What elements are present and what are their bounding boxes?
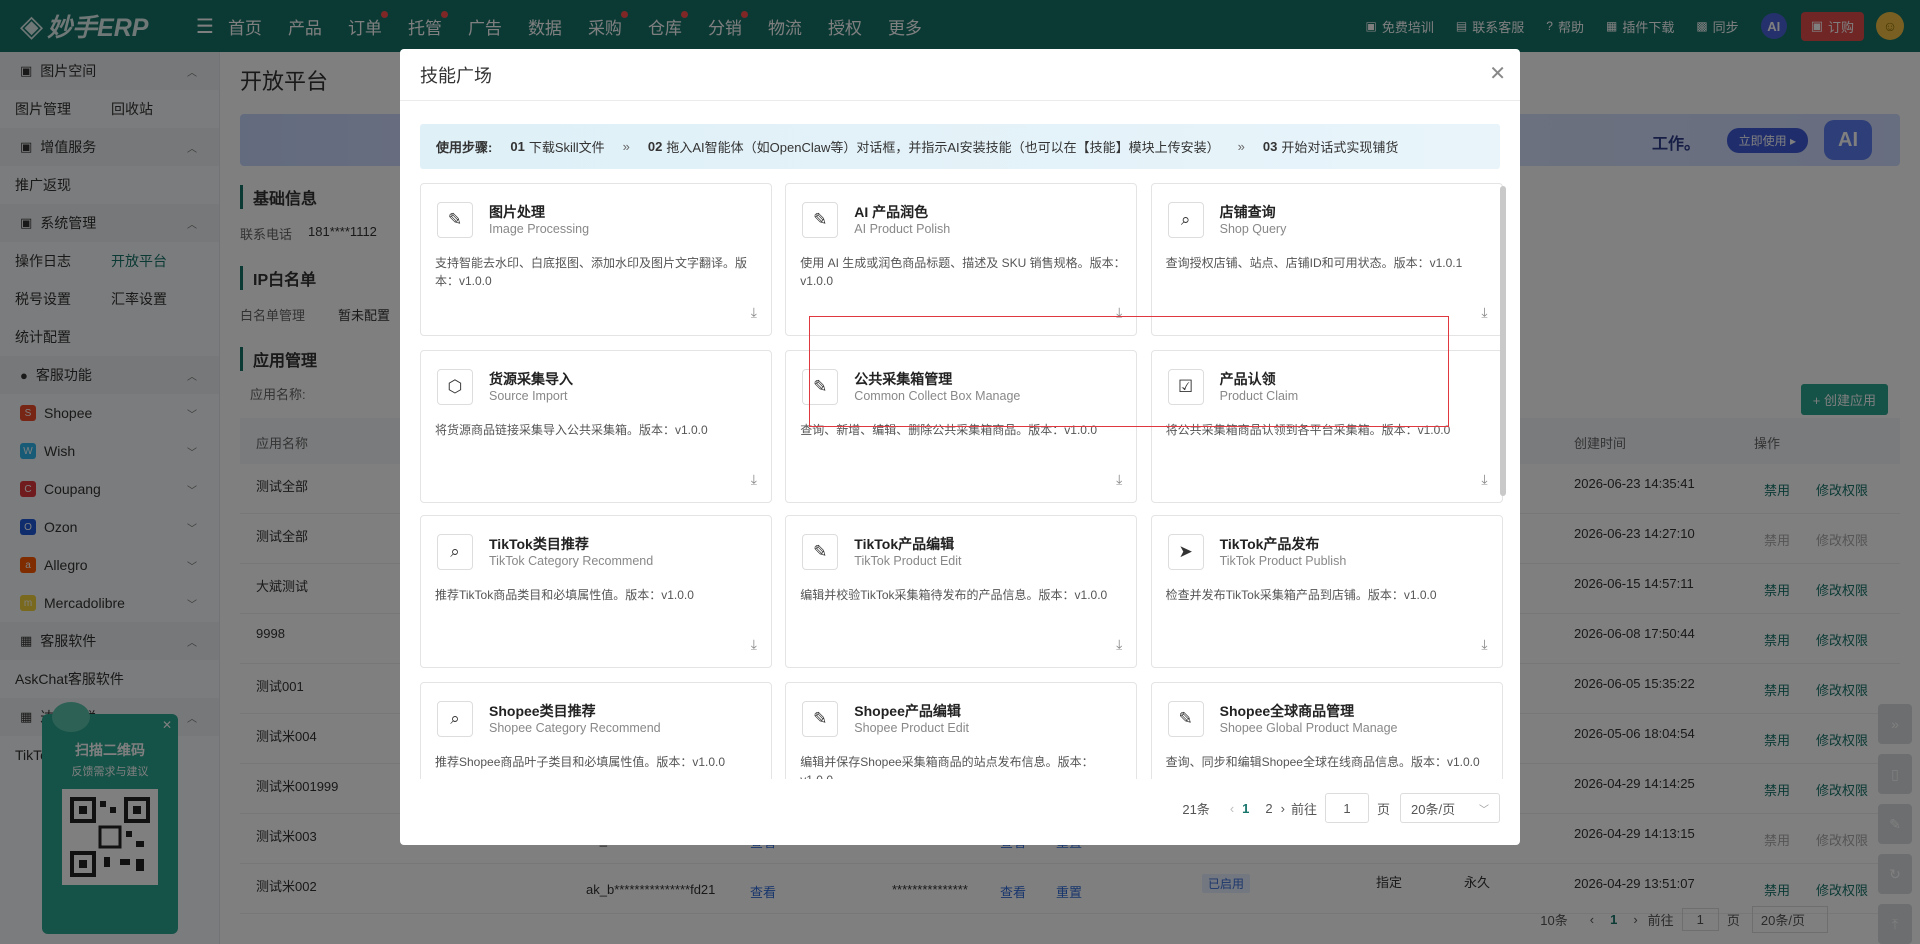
skill-card[interactable]: ⬡ 货源采集导入 Source Import 将货源商品链接采集导入公共采集箱。版本：… xyxy=(420,349,772,503)
pager-goto-label: 前往 xyxy=(1290,801,1317,817)
skill-title: TikTok产品发布 xyxy=(1219,535,1320,552)
skill-card[interactable]: ☑ 产品认领 Product Claim 将公共采集箱商品认领到各平台采集箱。版本：v… xyxy=(1150,349,1503,503)
skill-card-grid: ✎ Shopee全球商品管理 Shopee Global Product Manag… xyxy=(420,183,1510,779)
usage-steps-banner: 使用步骤: 01 下载Skill文件 » 02 拖入AI智能体（如OpenCla… xyxy=(420,124,1500,169)
skill-card[interactable]: ✎ Shopee全球商品管理 Shopee Global Product Manag… xyxy=(1150,681,1503,779)
skill-title: 货源采集导入 xyxy=(489,370,573,387)
skill-card[interactable]: ⌕ Shopee类目推荐 Shopee Category Recommend 推荐Sh… xyxy=(420,681,772,779)
steps-label: 使用步骤: xyxy=(436,140,493,155)
skill-description: 支持智能去水印、白底抠图、添加水印及图片文字翻译。版本：v1.0.0 xyxy=(435,256,748,288)
skill-description: 推荐TikTok商品类目和必填属性值。版本：v1.0.0 xyxy=(435,587,694,602)
skill-title: TikTok类目推荐 xyxy=(489,535,589,552)
double-chevron-right-icon: » xyxy=(622,139,630,154)
step3-number: 03 xyxy=(1262,139,1278,154)
next-page-icon[interactable]: › xyxy=(1281,801,1285,816)
skill-title: 公共采集箱管理 xyxy=(854,370,953,387)
skill-icon: ⌕ xyxy=(437,700,473,737)
skill-icon: ✎ xyxy=(802,368,839,405)
pager-goto-input[interactable]: 1 xyxy=(1324,793,1369,823)
skill-icon: ⬡ xyxy=(437,368,473,405)
skill-card[interactable]: ⌕ TikTok类目推荐 TikTok Category Recommend 推荐Ti… xyxy=(420,514,772,668)
skill-card[interactable]: ➤ TikTok产品发布 TikTok Product Publish 检查并发布Ti… xyxy=(1150,514,1503,668)
download-icon[interactable]: ⤓ xyxy=(751,636,757,653)
download-icon[interactable]: ⤓ xyxy=(1116,471,1122,488)
skill-title: 图片处理 xyxy=(489,204,545,220)
skill-description: 查询、新增、编辑、删除公共采集箱商品。版本：v1.0.0 xyxy=(800,422,1097,437)
skill-icon: ⌕ xyxy=(1167,202,1204,238)
pager-size-select[interactable]: 20条/页 ﹀ xyxy=(1400,793,1500,823)
skill-card[interactable]: ✎ TikTok产品编辑 TikTok Product Edit 编辑并校验TikTo… xyxy=(785,514,1138,668)
skill-description: 编辑并校验TikTok采集箱待发布的产品信息。版本：v1.0.0 xyxy=(800,587,1108,602)
skill-subtitle: Common Collect Box Manage xyxy=(854,388,1021,403)
pager-page-1[interactable]: 1 xyxy=(1242,801,1249,816)
download-icon[interactable]: ⤓ xyxy=(1116,636,1122,653)
skill-title: AI 产品润色 xyxy=(854,204,929,220)
skill-icon: ✎ xyxy=(802,700,839,737)
download-icon[interactable]: ⤓ xyxy=(751,471,757,488)
modal-title: 技能广场 xyxy=(420,65,492,86)
step1-text: 下载Skill文件 xyxy=(528,140,605,155)
skill-plaza-modal: 技能广场 ✕ 使用步骤: 01 下载Skill文件 » 02 拖入AI智能体（如… xyxy=(400,49,1520,845)
download-icon[interactable]: ⤓ xyxy=(1481,636,1487,653)
pager-page-2[interactable]: 2 xyxy=(1265,801,1272,816)
skill-card[interactable]: ✎ 公共采集箱管理 Common Collect Box Manage 查询、新增、编… xyxy=(785,349,1138,503)
skill-icon: ✎ xyxy=(1167,700,1204,737)
skill-icon: ☑ xyxy=(1167,368,1204,405)
skill-icon: ✎ xyxy=(802,533,839,570)
skill-description: 使用 AI 生成或润色商品标题、描述及 SKU 销售规格。版本：v1.0.0 xyxy=(800,256,1126,288)
skill-subtitle: Shop Query xyxy=(1219,222,1287,236)
skill-card[interactable]: ⌕ 店铺查询 Shop Query 查询授权店铺、站点、店铺ID和可用状态。版本：v1… xyxy=(1150,183,1503,336)
step1-number: 01 xyxy=(510,139,525,154)
skill-description: 将货源商品链接采集导入公共采集箱。版本：v1.0.0 xyxy=(435,422,708,437)
step3-text: 开始对话式实现铺货 xyxy=(1281,140,1399,155)
skill-title: Shopee全球商品管理 xyxy=(1219,702,1355,719)
skill-card[interactable]: ✎ Shopee产品编辑 Shopee Product Edit 编辑并保存Shope… xyxy=(785,681,1138,779)
skill-icon: ⌕ xyxy=(437,533,473,570)
skill-icon: ✎ xyxy=(437,202,473,238)
skill-description: 查询授权店铺、站点、店铺ID和可用状态。版本：v1.0.1 xyxy=(1165,256,1463,270)
skill-title: Shopee类目推荐 xyxy=(489,702,596,719)
pager-total: 21条 xyxy=(1182,801,1210,817)
skill-icon: ✎ xyxy=(802,202,839,238)
skill-subtitle: Shopee Category Recommend xyxy=(489,720,661,735)
skill-title: TikTok产品编辑 xyxy=(854,535,955,552)
skill-subtitle: Shopee Product Edit xyxy=(854,720,969,735)
skill-description: 推荐Shopee商品叶子类目和必填属性值。版本：v1.0.0 xyxy=(435,754,726,769)
skill-description: 检查并发布TikTok采集箱产品到店铺。版本：v1.0.0 xyxy=(1165,587,1437,602)
pager-unit-label: 页 xyxy=(1376,801,1390,817)
chevron-down-icon: ﹀ xyxy=(1479,804,1489,816)
skill-card[interactable]: ✎ 图片处理 Image Processing 支持智能去水印、白底抠图、添加水印及图… xyxy=(420,183,772,336)
skill-title: Shopee产品编辑 xyxy=(854,702,961,719)
skill-subtitle: Image Processing xyxy=(489,222,590,236)
skill-subtitle: TikTok Product Publish xyxy=(1219,553,1347,568)
skill-subtitle: Product Claim xyxy=(1219,388,1299,403)
skill-description: 将公共采集箱商品认领到各平台采集箱。版本：v1.0.0 xyxy=(1165,422,1451,437)
step2-text: 拖入AI智能体（如OpenClaw等）对话框，并指示AI安装技能（也可以在【技能… xyxy=(666,140,1220,155)
grid-scrollbar[interactable] xyxy=(1500,186,1506,496)
step2-number: 02 xyxy=(647,139,663,154)
pager-size-value: 20条/页 xyxy=(1411,801,1456,817)
double-chevron-right-icon: » xyxy=(1237,139,1245,154)
modal-pagination: 21条 ‹ 1 2 › 前往 1 页 20条/页 ﹀ xyxy=(1182,793,1500,823)
skill-description: 查询、同步和编辑Shopee全球在线商品信息。版本：v1.0.0 xyxy=(1165,754,1480,769)
skill-subtitle: Source Import xyxy=(489,388,568,403)
skill-icon: ➤ xyxy=(1167,533,1204,570)
download-icon[interactable]: ⤓ xyxy=(1481,304,1487,321)
skill-card[interactable]: ✎ AI 产品润色 AI Product Polish 使用 AI 生成或润色商品标题… xyxy=(785,183,1138,336)
close-icon[interactable]: ✕ xyxy=(1489,61,1506,86)
download-icon[interactable]: ⤓ xyxy=(1481,471,1487,488)
skill-title: 产品认领 xyxy=(1219,370,1276,387)
skill-description: 编辑并保存Shopee采集箱商品的站点发布信息。版本：v1.0.0 xyxy=(800,754,1094,779)
skill-subtitle: TikTok Category Recommend xyxy=(489,553,654,568)
skill-title: 店铺查询 xyxy=(1219,204,1276,220)
prev-page-icon[interactable]: ‹ xyxy=(1230,801,1234,816)
download-icon[interactable]: ⤓ xyxy=(1116,304,1122,321)
skill-subtitle: Shopee Global Product Manage xyxy=(1219,720,1398,735)
skill-subtitle: AI Product Polish xyxy=(854,222,951,236)
download-icon[interactable]: ⤓ xyxy=(751,304,757,321)
skill-subtitle: TikTok Product Edit xyxy=(854,553,962,568)
